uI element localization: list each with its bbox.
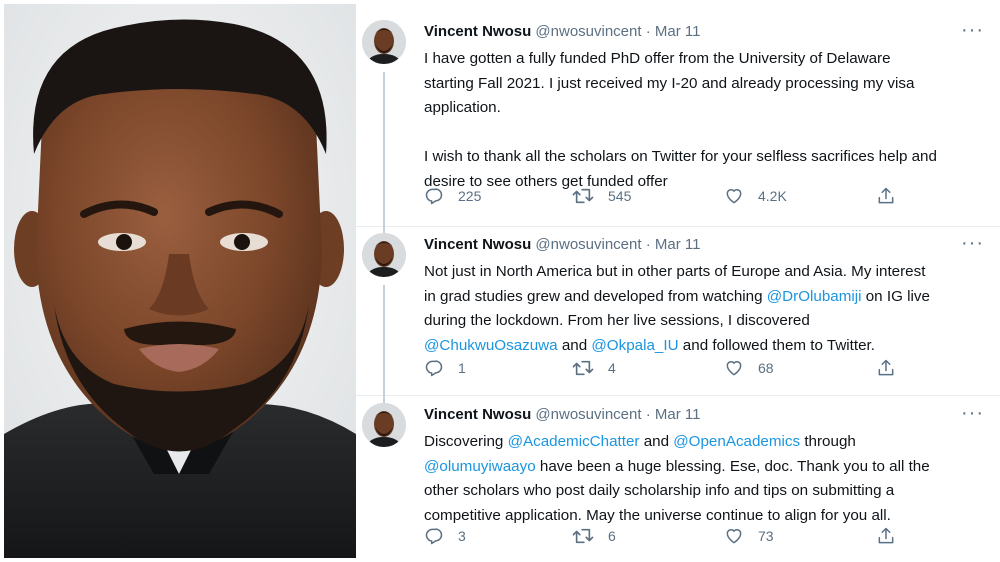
author-handle[interactable]: @nwosuvincent <box>535 406 641 423</box>
share-icon <box>878 359 894 376</box>
mention-link[interactable]: @AcademicChatter <box>508 433 640 450</box>
tweet-actions: 1 4 68 <box>424 358 924 380</box>
like-button[interactable]: 4.2K <box>724 186 787 206</box>
reply-count: 1 <box>458 360 466 376</box>
thread-connector-line <box>383 72 385 226</box>
author-name[interactable]: Vincent Nwosu <box>424 23 531 40</box>
reply-button[interactable]: 225 <box>424 186 481 206</box>
thread-connector-line <box>383 213 385 233</box>
profile-photo <box>4 4 356 558</box>
author-handle[interactable]: @nwosuvincent <box>535 236 641 253</box>
tweet-text: I have gotten a fully funded PhD offer f… <box>424 47 992 194</box>
tweet-actions: 3 6 73 <box>424 526 924 548</box>
more-options-icon[interactable]: ··· <box>961 402 984 425</box>
avatar-image <box>362 403 406 447</box>
author-handle[interactable]: @nwosuvincent <box>535 23 641 40</box>
retweet-count: 4 <box>608 360 616 376</box>
tweet-thread: Vincent Nwosu @nwosuvincent · Mar 11 ···… <box>356 0 1000 562</box>
like-count: 4.2K <box>758 188 787 204</box>
retweet-button[interactable]: 545 <box>572 186 631 206</box>
text-line: I wish to thank all the scholars on Twit… <box>424 148 937 165</box>
mention-link[interactable]: @OpenAcademics <box>673 433 800 450</box>
avatar[interactable] <box>362 20 406 64</box>
thread-connector-line <box>383 285 385 395</box>
text-segment: and <box>639 433 674 450</box>
reply-count: 225 <box>458 188 482 204</box>
separator: · <box>645 236 651 253</box>
retweet-count: 545 <box>608 188 632 204</box>
retweet-button[interactable]: 6 <box>572 526 616 546</box>
more-options-icon[interactable]: ··· <box>961 19 984 42</box>
share-button[interactable] <box>876 526 896 546</box>
share-button[interactable] <box>876 358 896 378</box>
reply-icon <box>425 528 443 545</box>
tweet[interactable]: Vincent Nwosu @nwosuvincent · Mar 11 ···… <box>356 0 1000 226</box>
retweet-icon <box>572 528 594 544</box>
reply-button[interactable]: 1 <box>424 358 466 378</box>
more-options-icon[interactable]: ··· <box>961 232 984 255</box>
tweet[interactable]: Vincent Nwosu @nwosuvincent · Mar 11 ···… <box>356 383 1000 562</box>
retweet-count: 6 <box>608 528 616 544</box>
author-name[interactable]: Vincent Nwosu <box>424 236 531 253</box>
heart-icon <box>726 361 742 376</box>
text-segment: have been a huge blessing. Ese, doc. Tha… <box>535 457 930 475</box>
share-icon <box>878 187 894 204</box>
retweet-icon <box>572 188 594 204</box>
avatar[interactable] <box>362 403 406 447</box>
avatar-image <box>362 20 406 64</box>
separator: · <box>645 23 651 40</box>
tweet-header: Vincent Nwosu @nwosuvincent · Mar 11 <box>424 235 700 255</box>
like-count: 73 <box>758 528 774 544</box>
text-segment: in grad studies grew and developed from … <box>424 287 767 305</box>
tweet[interactable]: Vincent Nwosu @nwosuvincent · Mar 11 ···… <box>356 213 1000 395</box>
text-segment: through <box>800 433 856 450</box>
mention-link[interactable]: @DrOlubamiji <box>767 288 862 305</box>
text-line: I have gotten a fully funded PhD offer f… <box>424 50 891 67</box>
share-icon <box>878 527 894 544</box>
reply-count: 3 <box>458 528 466 544</box>
avatar-image <box>362 233 406 277</box>
tweet-date[interactable]: Mar 11 <box>655 406 701 423</box>
text-line: during the lockdown. From her live sessi… <box>424 312 810 329</box>
retweet-button[interactable]: 4 <box>572 358 616 378</box>
reply-icon <box>425 360 443 377</box>
tweet-text: Discovering @AcademicChatter and @OpenAc… <box>424 430 992 528</box>
reply-icon <box>425 188 443 205</box>
text-line: competitive application. May the univers… <box>424 506 891 524</box>
tweet-actions: 225 545 4.2K <box>424 186 924 208</box>
text-segment: Discovering <box>424 433 508 450</box>
thread-connector-line <box>383 383 385 403</box>
tweet-header: Vincent Nwosu @nwosuvincent · Mar 11 <box>424 22 700 42</box>
tweet-header: Vincent Nwosu @nwosuvincent · Mar 11 <box>424 405 700 425</box>
retweet-icon <box>572 360 594 376</box>
mention-link[interactable]: @ChukwuOsazuwa <box>424 337 558 354</box>
reply-button[interactable]: 3 <box>424 526 466 546</box>
text-segment: and <box>557 336 592 354</box>
text-line: starting Fall 2021. I just received my I… <box>424 74 915 92</box>
avatar[interactable] <box>362 233 406 277</box>
text-segment: and followed them to Twitter. <box>678 336 875 354</box>
text-line: application. <box>424 99 501 116</box>
mention-link[interactable]: @Okpala_IU <box>591 337 678 354</box>
mention-link[interactable]: @olumuyiwaayo <box>424 458 536 475</box>
text-segment: on IG live <box>861 287 930 305</box>
tweet-date[interactable]: Mar 11 <box>655 23 701 40</box>
tweet-text: Not just in North America but in other p… <box>424 260 992 358</box>
separator: · <box>645 406 651 423</box>
tweet-date[interactable]: Mar 11 <box>655 236 701 253</box>
like-button[interactable]: 73 <box>724 526 774 546</box>
author-name[interactable]: Vincent Nwosu <box>424 406 531 423</box>
like-button[interactable]: 68 <box>724 358 774 378</box>
heart-icon <box>726 189 742 204</box>
heart-icon <box>726 529 742 544</box>
like-count: 68 <box>758 360 774 376</box>
share-button[interactable] <box>876 186 896 206</box>
text-line: other scholars who post daily scholarshi… <box>424 482 895 499</box>
text-line: Not just in North America but in other p… <box>424 263 926 280</box>
portrait-image <box>4 4 356 558</box>
